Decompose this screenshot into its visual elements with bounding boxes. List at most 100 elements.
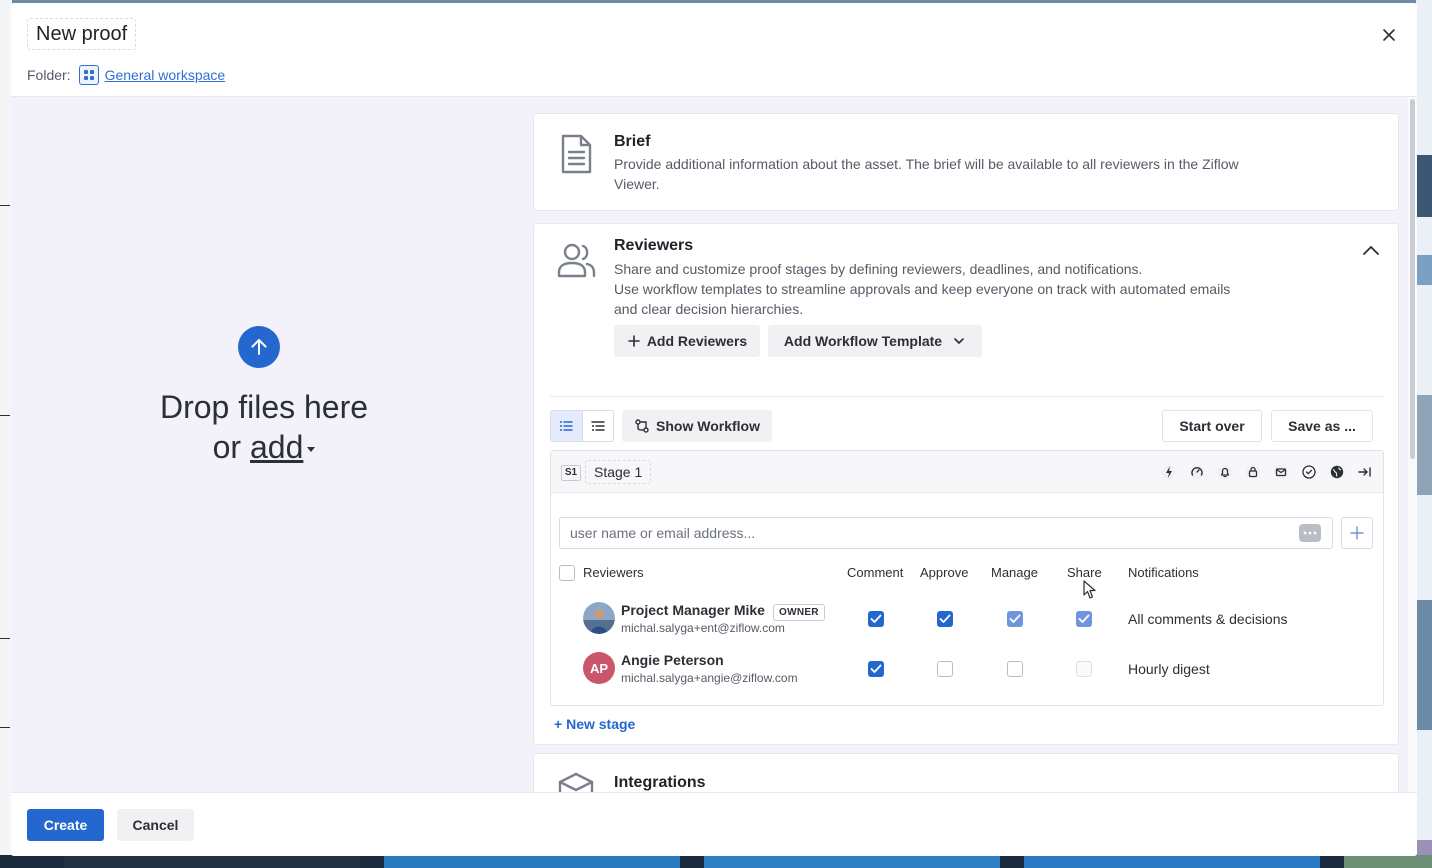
upload-button[interactable] [238,326,280,368]
bell-icon [1218,465,1232,479]
manage-checkbox[interactable] [1007,611,1023,627]
file-dropzone[interactable]: Drop files here or add [11,97,517,792]
add-workflow-template-button[interactable]: Add Workflow Template [768,325,982,357]
create-button[interactable]: Create [27,809,104,841]
show-workflow-button[interactable]: Show Workflow [622,410,772,442]
modal-footer: Create Cancel [11,792,1417,856]
stage-public-button[interactable] [1327,462,1347,482]
check-icon [939,614,951,623]
integrations-title: Integrations [614,774,706,791]
save-as-label: Save as ... [1288,418,1356,434]
avatar: AP [583,652,615,684]
stage-1: S1 Stage 1 user name or email address...… [550,450,1384,706]
stage-trigger-button[interactable] [1159,462,1179,482]
address-book-button[interactable] [1299,524,1321,542]
box-icon [558,772,594,792]
start-over-label: Start over [1179,418,1245,434]
scrollbar-thumb[interactable] [1410,99,1415,459]
reviewers-title: Reviewers [614,237,694,254]
folder-label: Folder: [27,67,71,83]
new-stage-label: New stage [566,716,636,732]
select-all-checkbox[interactable] [559,565,575,581]
comment-checkbox[interactable] [868,661,884,677]
arrow-right-bar-icon [1358,467,1371,477]
stage-lock-button[interactable] [1243,462,1263,482]
brief-card[interactable]: Brief Provide additional information abo… [533,113,1399,211]
background-right-strip [1416,0,1432,868]
close-button[interactable] [1377,23,1401,47]
mail-icon [1274,465,1288,479]
owner-badge: OWNER [773,604,825,621]
add-reviewer-button[interactable] [1341,517,1373,549]
lock-icon [1246,465,1260,479]
stage-decision-button[interactable] [1299,462,1319,482]
reviewer-search-input[interactable] [559,517,1333,549]
manage-checkbox[interactable] [1007,661,1023,677]
check-icon [870,664,882,673]
reviewer-name: Project Manager Mike [621,602,765,618]
col-approve: Approve [920,565,969,580]
drop-files-text: Drop files here [159,389,369,425]
chevron-down-icon [954,338,964,344]
reviewer-email: michal.salyga+ent@ziflow.com [621,621,785,635]
mouse-pointer-icon [1083,580,1096,599]
background-bottom-strip [0,855,1432,868]
collapse-button[interactable] [1360,240,1382,262]
reviewer-name: Angie Peterson [621,652,724,668]
plus-icon [1350,526,1364,540]
drop-or-text: or [212,429,242,465]
reviewers-description-2: Use workflow templates to streamline app… [614,281,1231,317]
stage-notifications-button[interactable] [1215,462,1235,482]
share-checkbox[interactable] [1076,611,1092,627]
plus-icon [628,335,640,347]
stage-name[interactable]: Stage 1 [585,460,652,484]
notification-setting[interactable]: Hourly digest [1128,661,1210,677]
stage-header: S1 Stage 1 [551,451,1383,493]
col-share: Share [1067,565,1102,580]
cancel-button[interactable]: Cancel [117,809,194,841]
approve-checkbox[interactable] [937,661,953,677]
close-icon [1383,29,1395,41]
view-toggle [550,410,614,442]
stage-deadline-button[interactable] [1187,462,1207,482]
chevron-up-icon [1363,246,1379,255]
proof-settings-panel: Brief Provide additional information abo… [517,97,1417,792]
save-as-button[interactable]: Save as ... [1271,410,1373,442]
share-checkbox[interactable] [1076,661,1092,677]
approve-checkbox[interactable] [937,611,953,627]
stage-collapse-button[interactable] [1355,462,1375,482]
notification-setting[interactable]: All comments & decisions [1128,611,1288,627]
col-manage: Manage [991,565,1038,580]
tree-view-button[interactable] [581,411,613,441]
col-comment: Comment [847,565,904,580]
integrations-card[interactable]: Integrations [533,753,1399,792]
stage-email-button[interactable] [1271,462,1291,482]
add-reviewers-label: Add Reviewers [646,333,748,349]
gauge-icon [1190,465,1204,479]
list-view-button[interactable] [551,411,582,441]
plus-icon: + [554,716,567,732]
globe-icon [1330,465,1344,479]
folder-link[interactable]: General workspace [105,67,226,83]
new-stage-button[interactable]: + New stage [554,716,635,732]
comment-checkbox[interactable] [868,611,884,627]
modal-header: New proof Folder: General workspace [11,3,1417,97]
scrollbar[interactable] [1408,97,1417,792]
more-dots-icon [1303,531,1317,535]
new-proof-modal: New proof Folder: General workspace Drop… [11,3,1417,856]
chevron-down-icon[interactable] [307,447,316,453]
check-icon [870,614,882,623]
add-reviewers-button[interactable]: Add Reviewers [614,325,760,357]
stage-badge: S1 [561,465,581,481]
start-over-button[interactable]: Start over [1162,410,1262,442]
add-files-link[interactable]: add [250,429,303,465]
indented-list-icon [591,421,605,431]
list-icon [560,421,574,431]
users-icon [557,243,596,278]
workflow-icon [635,419,649,433]
proof-title[interactable]: New proof [27,18,137,50]
workspace-icon [78,65,99,85]
add-workflow-template-label: Add Workflow Template [783,333,943,349]
document-icon [561,134,592,174]
col-reviewers: Reviewers [583,565,644,580]
